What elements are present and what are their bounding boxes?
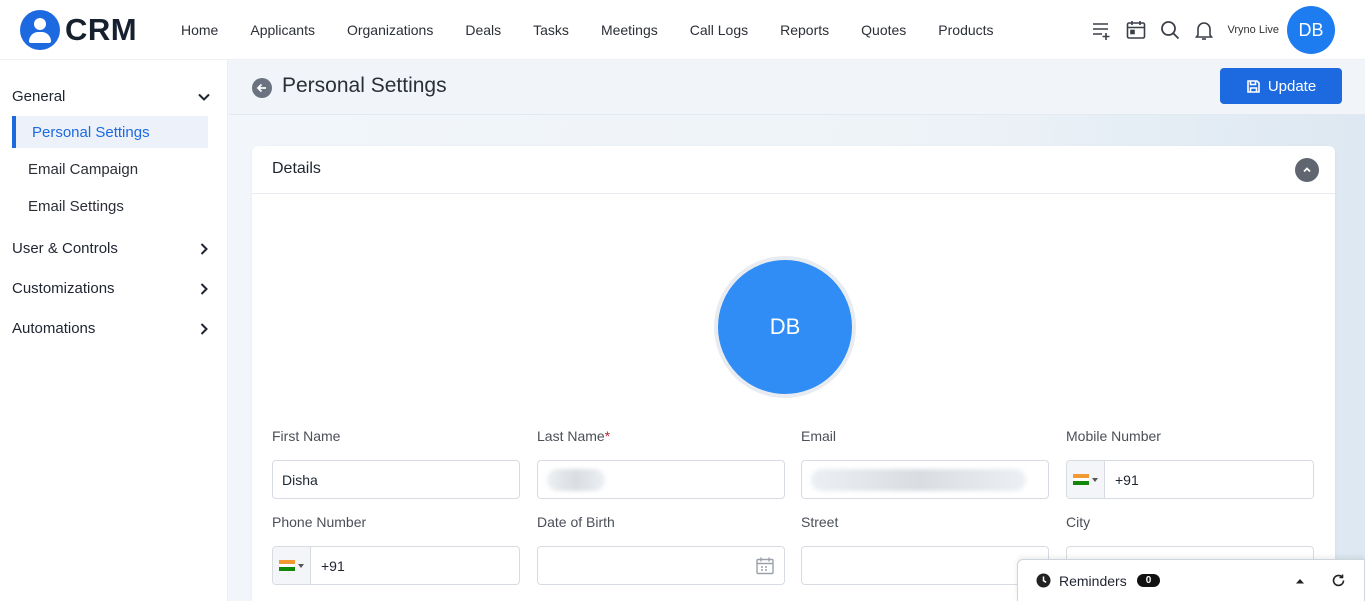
logo-text: CRM — [65, 12, 138, 47]
reminders-count-badge: 0 — [1136, 574, 1161, 587]
nav-item-tasks[interactable]: Tasks — [517, 22, 585, 38]
chevron-right-icon — [196, 241, 212, 257]
app-logo[interactable]: CRM — [20, 10, 137, 50]
sidebar-group-user-controls[interactable]: User & Controls — [12, 240, 212, 257]
date-of-birth-label: Date of Birth — [537, 514, 615, 530]
main-nav: Home Applicants Organizations Deals Task… — [165, 0, 1010, 60]
mobile-number-label: Mobile Number — [1066, 428, 1161, 444]
clock-icon — [1036, 573, 1051, 588]
city-label: City — [1066, 514, 1091, 530]
country-code-select[interactable] — [273, 547, 311, 584]
phone-number-field: Phone Number +91 — [272, 514, 520, 585]
nav-item-organizations[interactable]: Organizations — [331, 22, 449, 38]
first-name-input[interactable]: Disha — [272, 460, 520, 499]
date-of-birth-input[interactable] — [537, 546, 785, 585]
sidebar-group-automations[interactable]: Automations — [12, 320, 212, 337]
nav-item-meetings[interactable]: Meetings — [585, 22, 674, 38]
top-icon-bar: Vryno Live DB — [1079, 0, 1335, 60]
street-field: Street — [801, 514, 1049, 585]
logo-user-icon — [20, 10, 60, 50]
street-label: Street — [801, 514, 839, 530]
country-code-select[interactable] — [1067, 461, 1105, 498]
india-flag-icon — [1073, 474, 1089, 486]
save-icon — [1247, 79, 1260, 93]
mobile-number-input[interactable]: +91 — [1066, 460, 1314, 499]
sidebar-item-email-campaign[interactable]: Email Campaign — [12, 153, 208, 185]
caret-down-icon — [298, 563, 304, 568]
details-card-header: Details — [252, 146, 1335, 194]
nav-item-quotes[interactable]: Quotes — [845, 22, 922, 38]
add-list-icon[interactable] — [1091, 19, 1113, 41]
street-input[interactable] — [801, 546, 1049, 585]
caret-up-icon[interactable] — [1295, 577, 1305, 585]
nav-item-applicants[interactable]: Applicants — [234, 22, 331, 38]
sidebar-item-email-settings[interactable]: Email Settings — [12, 190, 208, 222]
search-icon[interactable] — [1159, 19, 1181, 41]
sidebar-group-automations-label: Automations — [12, 320, 96, 337]
sidebar-group-customizations[interactable]: Customizations — [12, 280, 212, 297]
update-button[interactable]: Update — [1220, 68, 1342, 104]
sidebar-group-general[interactable]: General — [12, 88, 212, 105]
email-field: Email — [801, 428, 1049, 499]
main-content: Personal Settings Update Details DB Firs… — [228, 60, 1365, 601]
phone-number-label: Phone Number — [272, 514, 367, 530]
calendar-icon[interactable] — [1125, 19, 1147, 41]
refresh-icon[interactable] — [1331, 573, 1346, 588]
last-name-input[interactable] — [537, 460, 785, 499]
nav-item-home[interactable]: Home — [165, 22, 234, 38]
mobile-number-field: Mobile Number +91 — [1066, 428, 1314, 499]
first-name-value: Disha — [282, 471, 318, 488]
chevron-down-icon — [196, 89, 212, 105]
user-avatar[interactable]: DB — [1287, 6, 1335, 54]
phone-number-input[interactable]: +91 — [272, 546, 520, 585]
email-label: Email — [801, 428, 837, 444]
nav-item-deals[interactable]: Deals — [449, 22, 517, 38]
sidebar-group-customizations-label: Customizations — [12, 280, 115, 297]
first-name-label: First Name — [272, 428, 341, 444]
required-asterisk: * — [604, 428, 611, 444]
phone-country-code: +91 — [321, 557, 345, 574]
reminders-label: Reminders — [1059, 572, 1127, 589]
nav-item-products[interactable]: Products — [922, 22, 1009, 38]
mobile-country-code: +91 — [1115, 471, 1139, 488]
redacted-value — [811, 468, 1026, 491]
update-button-label: Update — [1267, 77, 1317, 95]
chevron-up-icon[interactable] — [1295, 158, 1319, 182]
bell-icon[interactable] — [1193, 19, 1215, 41]
email-input[interactable] — [801, 460, 1049, 499]
page-title: Personal Settings — [282, 74, 447, 97]
sidebar-group-general-label: General — [12, 88, 66, 105]
redacted-value — [547, 468, 605, 491]
last-name-label: Last Name — [537, 428, 605, 444]
first-name-field: First Name Disha — [272, 428, 520, 499]
profile-avatar[interactable]: DB — [714, 256, 856, 398]
org-name[interactable]: Vryno Live — [1227, 24, 1279, 36]
chevron-right-icon — [196, 281, 212, 297]
top-navbar: CRM Home Applicants Organizations Deals … — [0, 0, 1365, 60]
india-flag-icon — [279, 560, 295, 572]
settings-sidebar: General Personal Settings Email Campaign… — [0, 60, 228, 601]
chevron-right-icon — [196, 321, 212, 337]
last-name-label-row: Last Name* — [537, 428, 785, 448]
details-card: Details DB First Name Disha Last Name* E… — [252, 146, 1335, 601]
page-header: Personal Settings Update — [228, 60, 1365, 115]
sidebar-item-personal-settings[interactable]: Personal Settings — [12, 116, 208, 148]
date-of-birth-field: Date of Birth — [537, 514, 785, 585]
sidebar-group-user-controls-label: User & Controls — [12, 240, 118, 257]
last-name-field: Last Name* — [537, 428, 785, 499]
calendar-icon[interactable] — [755, 556, 775, 579]
caret-down-icon — [1092, 477, 1098, 482]
details-card-title: Details — [272, 160, 321, 177]
nav-item-call-logs[interactable]: Call Logs — [674, 22, 764, 38]
back-arrow-icon[interactable] — [252, 78, 272, 98]
reminders-panel[interactable]: Reminders 0 — [1017, 559, 1365, 601]
nav-item-reports[interactable]: Reports — [764, 22, 845, 38]
